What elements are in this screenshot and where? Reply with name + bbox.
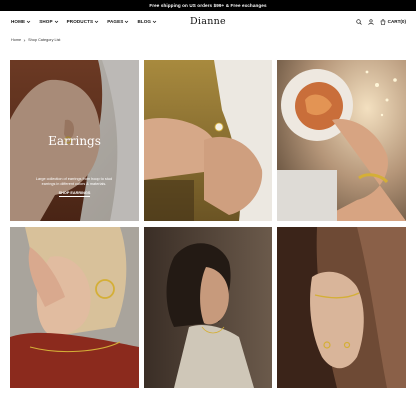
cart-label: CART(0) xyxy=(387,19,406,24)
nav-item-label: PRODUCTS xyxy=(66,19,94,24)
site-header: HOME SHOP PRODUCTS PAGES BLOG Dianne CAR… xyxy=(0,11,416,32)
main-nav: HOME SHOP PRODUCTS PAGES BLOG xyxy=(11,11,165,32)
breadcrumb-home[interactable]: Home xyxy=(11,38,21,42)
bracelets-photo xyxy=(277,60,406,221)
category-grid: Earrings Large collection of earrings fr… xyxy=(10,60,406,388)
chevron-right-icon xyxy=(23,38,26,42)
breadcrumb: Home Shop Category List xyxy=(11,38,60,42)
shop-earrings-label: SHOP EARRINGS xyxy=(58,191,91,197)
chevron-down-icon xyxy=(94,20,99,23)
category-tile-hoops[interactable] xyxy=(10,227,139,388)
nav-item-home[interactable]: HOME xyxy=(11,19,31,24)
nav-item-label: PAGES xyxy=(107,19,124,24)
featured-title: Earrings xyxy=(48,134,101,148)
category-tile-chains[interactable] xyxy=(277,227,406,388)
nav-item-shop[interactable]: SHOP xyxy=(39,19,58,24)
category-tile-earrings[interactable]: Earrings Large collection of earrings fr… xyxy=(10,60,139,221)
nav-item-label: BLOG xyxy=(137,19,152,24)
chevron-down-icon xyxy=(26,20,31,23)
search-button[interactable] xyxy=(356,18,362,25)
nav-item-label: HOME xyxy=(11,19,26,24)
featured-description: Large collection of earrings from hoop t… xyxy=(35,177,113,186)
announcement-text: Free shipping on US orders $99+ & Free e… xyxy=(149,3,267,8)
breadcrumb-current: Shop Category List xyxy=(28,38,61,42)
hoops-photo xyxy=(10,227,139,388)
announcement-bar: Free shipping on US orders $99+ & Free e… xyxy=(0,0,416,11)
necklaces-photo xyxy=(144,227,272,388)
site-logo[interactable]: Dianne xyxy=(190,16,226,27)
account-button[interactable] xyxy=(368,18,374,25)
nav-item-blog[interactable]: BLOG xyxy=(137,19,157,24)
category-tile-necklaces[interactable] xyxy=(144,227,272,388)
nav-item-products[interactable]: PRODUCTS xyxy=(67,19,100,24)
rings-photo xyxy=(144,60,272,221)
shop-earrings-link[interactable]: SHOP EARRINGS xyxy=(10,191,139,197)
search-icon xyxy=(356,18,362,25)
chevron-down-icon xyxy=(125,20,129,23)
nav-item-label: SHOP xyxy=(39,19,53,24)
chevron-down-icon xyxy=(54,20,58,23)
cart-icon xyxy=(380,18,385,25)
chains-photo xyxy=(277,227,406,388)
category-tile-bracelets[interactable] xyxy=(277,60,406,221)
category-tile-rings[interactable] xyxy=(144,60,272,221)
header-icons: CART(0) xyxy=(350,11,406,32)
chevron-down-icon xyxy=(152,20,157,23)
featured-overlay: Earrings Large collection of earrings fr… xyxy=(10,60,139,221)
cart-button[interactable]: CART(0) xyxy=(380,18,406,25)
account-icon xyxy=(368,18,374,25)
nav-item-pages[interactable]: PAGES xyxy=(107,19,129,24)
